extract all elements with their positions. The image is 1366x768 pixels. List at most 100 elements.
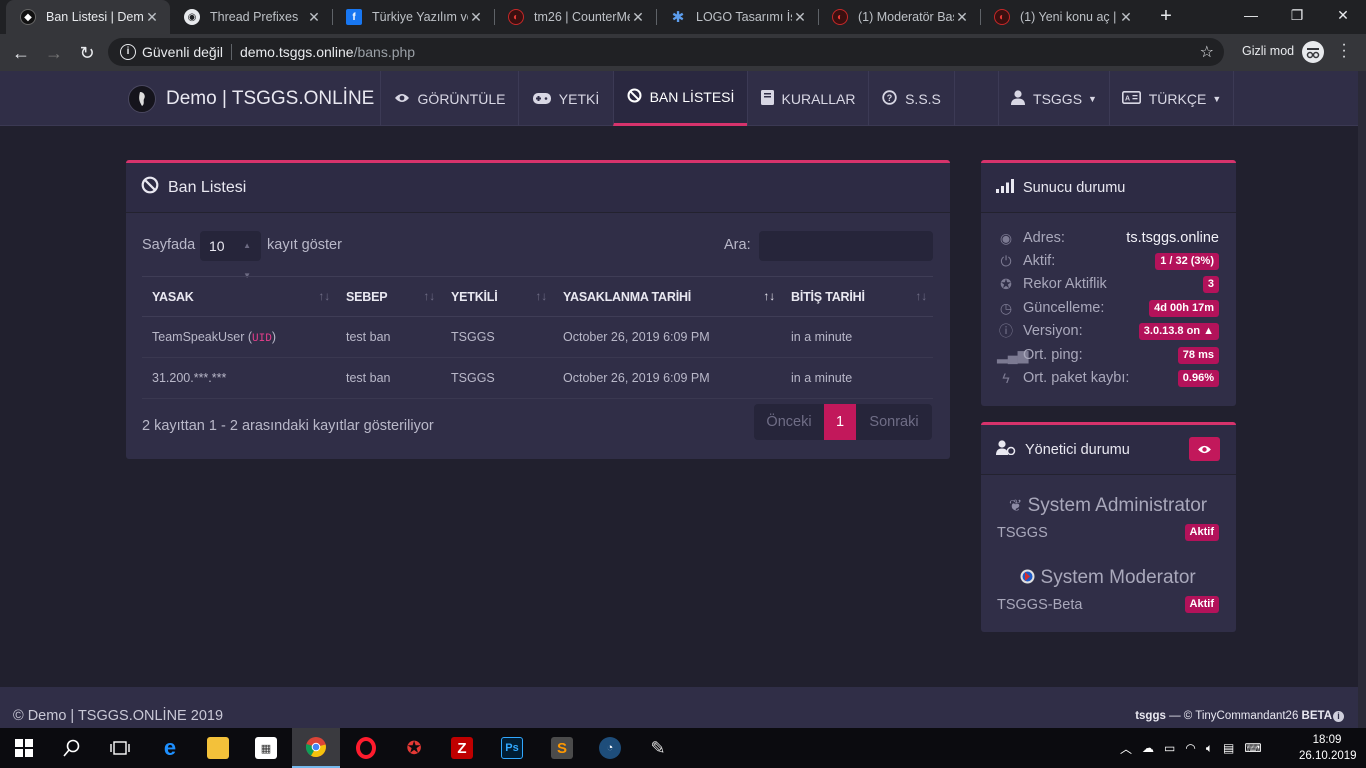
browser-tab-tm26[interactable]: ◐ tm26 | CounterMe ✕ (494, 0, 656, 34)
explorer-taskbar-icon[interactable] (194, 728, 242, 768)
close-tab-icon[interactable]: ✕ (630, 9, 646, 26)
column-header-yetkili[interactable]: YETKİLİ ↑↓ (441, 276, 553, 317)
address-bar[interactable]: i Güvenli değil demo.tsggs.online /bans.… (108, 38, 1224, 66)
sort-desc-icon: ↑↓ (763, 289, 775, 303)
nav-item-sss[interactable]: ? S.S.S (868, 71, 955, 126)
browser-tab-thread-prefixes[interactable]: ◉ Thread Prefixes ✕ (170, 0, 332, 34)
opera-taskbar-icon[interactable] (342, 728, 390, 768)
close-tab-icon[interactable]: ✕ (792, 9, 808, 26)
ban-date: October 26, 2019 6:09 PM (553, 316, 781, 358)
page-length-select[interactable]: 10 ▲ ▼ (200, 231, 261, 280)
nav-item-label: S.S.S (905, 90, 941, 107)
search-input[interactable] (759, 231, 933, 261)
column-header-yasaklanma-tarihi[interactable]: YASAKLANMA TARİHİ ↑↓ (553, 276, 781, 317)
table-controls: Sayfada 10 ▲ ▼ kayıt göster Ara: (142, 231, 934, 280)
facebook-icon: f (346, 9, 362, 25)
pagination-prev-button[interactable]: Önceki (754, 404, 824, 440)
server-packetloss-row: ϟ Ort. paket kaybı: 0.96% (997, 367, 1219, 389)
browser-menu-icon[interactable]: · · · (1340, 37, 1348, 65)
pagination-next-button[interactable]: Sonraki (856, 404, 932, 440)
column-header-bitis-tarihi[interactable]: BİTİŞ TARİHİ ↑↓ (781, 276, 933, 317)
beta-label: BETA (1301, 710, 1332, 722)
wifi-icon[interactable]: ◠ (1185, 741, 1195, 755)
task-view-button[interactable] (96, 728, 144, 768)
close-tab-icon[interactable]: ✕ (144, 9, 160, 26)
search-label: Ara: (724, 237, 751, 253)
close-tab-icon[interactable]: ✕ (1118, 9, 1134, 26)
column-header-sebep[interactable]: SEBEP ↑↓ (336, 276, 441, 317)
user-menu[interactable]: TSGGS ▼ (998, 71, 1109, 126)
server-active-row: ⏻ Aktif: 1 / 32 (3%) (997, 250, 1219, 272)
back-button[interactable]: ← (8, 40, 34, 66)
minimize-window-button[interactable]: — (1228, 0, 1274, 30)
close-tab-icon[interactable]: ✕ (306, 9, 322, 26)
page-scrollbar[interactable] (1358, 71, 1366, 728)
volume-icon[interactable]: 🔈︎ (1206, 741, 1213, 756)
toggle-visibility-button[interactable] (1189, 437, 1220, 461)
notification-icon[interactable]: ▤ (1223, 741, 1234, 755)
incognito-icon[interactable] (1302, 41, 1324, 63)
language-menu[interactable]: A TÜRKÇE ▼ (1109, 71, 1234, 126)
paint-taskbar-icon[interactable]: ✎ (634, 728, 682, 768)
sublime-taskbar-icon[interactable]: S (538, 728, 586, 768)
sort-icon: ↑↓ (423, 289, 435, 303)
bookmark-star-icon[interactable]: ☆ (1200, 42, 1214, 62)
tab-title: tm26 | CounterMe (534, 10, 630, 24)
photoshop-taskbar-icon[interactable]: Ps (488, 728, 536, 768)
browser-tab-turkiye-yazilim[interactable]: f Türkiye Yazılım ve ✕ (332, 0, 494, 34)
edge-taskbar-icon[interactable]: e (146, 728, 194, 768)
admin-group-name: System Moderator (1040, 567, 1196, 588)
restore-window-button[interactable]: ❐ (1274, 0, 1320, 30)
nav-item-goruntule[interactable]: GÖRÜNTÜLE (380, 71, 518, 126)
uid-tag[interactable]: UID (252, 333, 272, 345)
browser-tab-logo-tasarimi[interactable]: ✱ LOGO Tasarımı İste ✕ (656, 0, 818, 34)
reload-button[interactable]: ↻ (74, 40, 100, 66)
close-tab-icon[interactable]: ✕ (954, 9, 970, 26)
url-path: /bans.php (353, 44, 416, 60)
filezilla-taskbar-icon[interactable]: Z (438, 728, 486, 768)
battery-icon[interactable]: ▭ (1164, 741, 1175, 755)
site-logo-icon (128, 85, 156, 113)
site-logo-icon: ◆ (20, 9, 36, 25)
new-tab-button[interactable]: + (1154, 5, 1178, 29)
server-address-value[interactable]: ts.tsggs.online (1126, 230, 1219, 246)
browser-tab-yeni-konu[interactable]: ◐ (1) Yeni konu aç | C ✕ (980, 0, 1144, 34)
nav-item-ban-listesi[interactable]: BAN LİSTESİ (613, 71, 747, 126)
footer-brand-link[interactable]: tsggs (1135, 710, 1166, 722)
cloud-icon[interactable]: ☁ (1142, 741, 1154, 755)
ban-admin: TSGGS (441, 357, 553, 399)
server-uptime-row: ◷ Güncelleme: 4d 00h 17m (997, 297, 1219, 319)
close-tab-icon[interactable]: ✕ (468, 9, 484, 26)
close-window-button[interactable]: ✕ (1320, 0, 1366, 30)
site-brand[interactable]: Demo | TSGGS.ONLİNE (128, 85, 374, 113)
pagination-page-button[interactable]: 1 (824, 404, 856, 440)
search-button[interactable] (48, 728, 96, 768)
info-icon[interactable]: i (1333, 711, 1344, 722)
teamspeak-taskbar-icon[interactable]: ◔ (586, 728, 634, 768)
ban-table: YASAK ↑↓ SEBEP ↑↓ YETKİLİ ↑↓ YASAKLANMA TAR… (142, 276, 933, 399)
browser-tab-ban-listesi[interactable]: ◆ Ban Listesi | Demo ✕ (6, 0, 170, 34)
nav-item-label: YETKİ (558, 90, 600, 107)
nav-item-yetki[interactable]: YETKİ (518, 71, 613, 126)
admin-status-title: Yönetici durumu (1025, 441, 1130, 458)
url-host: demo.tsggs.online (239, 44, 354, 60)
column-header-yasak[interactable]: YASAK ↑↓ (142, 276, 336, 317)
nav-item-kurallar[interactable]: KURALLAR (747, 71, 868, 126)
server-ping-row: ▂▄▆ Ort. ping: 78 ms (997, 344, 1219, 366)
chrome-taskbar-icon[interactable] (292, 728, 340, 768)
store-taskbar-icon[interactable]: ▦ (242, 728, 290, 768)
system-tray: ︿ ☁ ▭ ◠ 🔈︎ ▤ ⌨ (1120, 728, 1262, 768)
sort-icon: ↑↓ (915, 289, 927, 303)
taskbar-clock[interactable]: 18:09 26.10.2019 (1299, 732, 1357, 764)
stat-label: Ort. ping: (1023, 347, 1083, 363)
forward-button[interactable]: → (41, 40, 67, 66)
browser-tab-moderator[interactable]: ◐ (1) Moderatör Baş ✕ (818, 0, 980, 34)
user-menu-label: TSGGS (1033, 90, 1083, 107)
server-version-row: ⓘ Versiyon: 3.0.13.8 on ▲ (997, 320, 1219, 342)
keyboard-icon[interactable]: ⌨ (1244, 741, 1261, 755)
info-icon[interactable]: i (120, 44, 136, 60)
language-menu-label: TÜRKÇE (1148, 90, 1207, 107)
app-taskbar-icon[interactable]: ✪ (390, 728, 438, 768)
start-button[interactable] (0, 728, 48, 768)
chevron-up-icon[interactable]: ︿ (1120, 740, 1132, 757)
